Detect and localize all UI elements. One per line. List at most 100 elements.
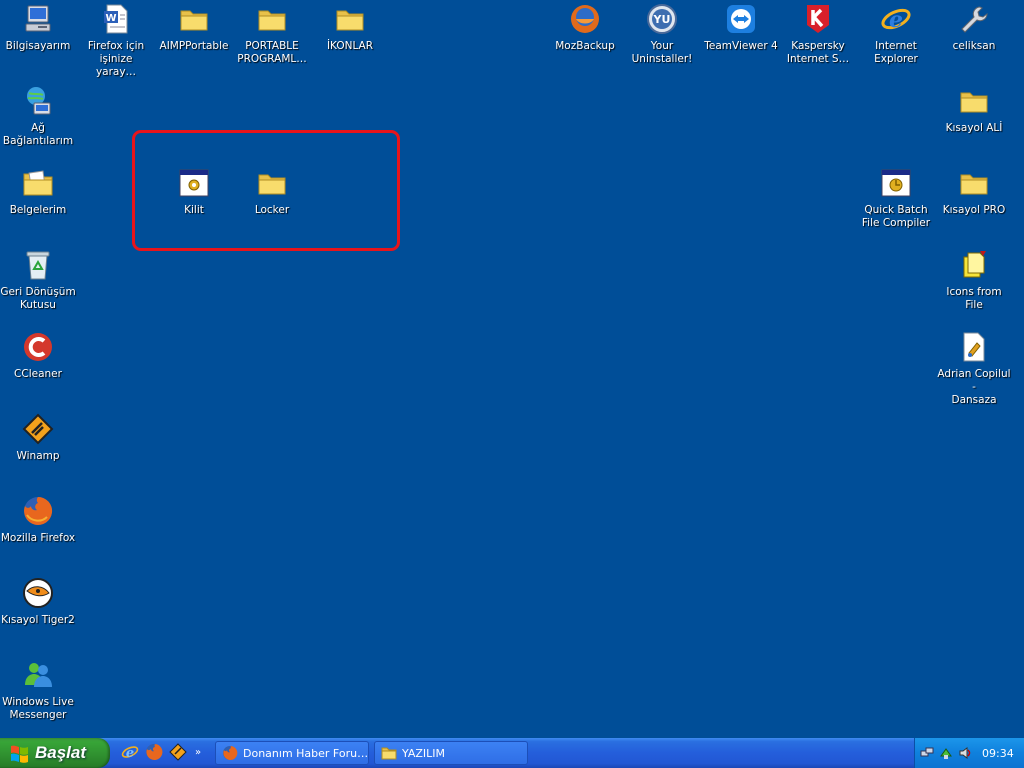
desktop-icon-winamp[interactable]: Winamp <box>0 412 76 463</box>
batch-compiler-icon <box>879 166 913 200</box>
winamp-icon[interactable] <box>169 743 187 761</box>
desktop-icon-locker[interactable]: Locker <box>234 166 310 217</box>
svg-text:YU: YU <box>653 13 671 26</box>
icon-label: İKONLAR <box>326 40 374 52</box>
icons-from-file-icon <box>957 248 991 282</box>
network-connections-icon <box>21 84 55 118</box>
icon-label: Geri Dönüşüm Kutusu <box>0 286 76 311</box>
icon-label: Windows Live Messenger <box>2 696 74 721</box>
desktop[interactable]: Bilgisayarım W Firefox için işinize yara… <box>0 0 1024 738</box>
desktop-icon-ag-baglantilarim[interactable]: Ağ Bağlantılarım <box>0 84 76 148</box>
svg-text:e: e <box>889 7 903 33</box>
folder-icon <box>333 2 367 36</box>
icon-label: celiksan <box>952 40 996 52</box>
start-label: Başlat <box>35 743 87 762</box>
recycle-bin-icon <box>21 248 55 282</box>
mozbackup-icon <box>568 2 602 36</box>
icon-label: Belgelerim <box>9 204 67 216</box>
task-title: YAZILIM <box>402 746 446 760</box>
folder-shortcut-icon <box>957 166 991 200</box>
folder-icon <box>255 2 289 36</box>
icon-label: Ağ Bağlantılarım <box>2 122 74 147</box>
desktop-icon-kaspersky[interactable]: Kaspersky Internet S… <box>780 2 856 66</box>
internet-explorer-icon[interactable]: e <box>121 743 139 761</box>
icon-label: PORTABLE PROGRAML… <box>237 40 307 65</box>
desktop-icon-mozbackup[interactable]: MozBackup <box>547 2 623 53</box>
folder-icon <box>177 2 211 36</box>
desktop-icon-teamviewer[interactable]: TeamViewer 4 <box>703 2 779 53</box>
windows-flag-icon <box>11 745 28 763</box>
desktop-icon-your-uninstaller[interactable]: YU Your Uninstaller! <box>624 2 700 66</box>
ccleaner-icon <box>21 330 55 364</box>
folder-icon <box>381 747 397 760</box>
word-document-icon: W <box>99 2 133 36</box>
network-icon[interactable] <box>920 746 934 760</box>
desktop-icon-internet-explorer[interactable]: e Internet Explorer <box>858 2 934 66</box>
desktop-icon-portable[interactable]: PORTABLE PROGRAML… <box>234 2 310 66</box>
media-file-icon <box>957 330 991 364</box>
task-title: Donanım Haber Foru… <box>243 746 368 760</box>
desktop-icon-ccleaner[interactable]: CCleaner <box>0 330 76 381</box>
desktop-icon-ikonlar[interactable]: İKONLAR <box>312 2 388 53</box>
icon-label: Kilit <box>184 204 204 216</box>
desktop-icon-adrian[interactable]: Adrian Copilul - Dansaza <box>936 330 1012 407</box>
icon-label: Adrian Copilul - Dansaza <box>937 368 1011 406</box>
desktop-icon-firefox-icin[interactable]: W Firefox için işinize yaray… <box>78 2 154 79</box>
teamviewer-icon <box>724 2 758 36</box>
desktop-icon-geri-donusum[interactable]: Geri Dönüşüm Kutusu <box>0 248 76 312</box>
icon-label: Locker <box>254 204 290 216</box>
taskbar: Başlat e » Donanım Haber Foru… YAZILIM 0… <box>0 738 1024 768</box>
desktop-icon-kisayol-tiger[interactable]: Kısayol Tiger2 <box>0 576 76 627</box>
desktop-icon-mozilla-firefox[interactable]: Mozilla Firefox <box>0 494 76 545</box>
desktop-icon-belgelerim[interactable]: Belgelerim <box>0 166 76 217</box>
icon-label: Bilgisayarım <box>5 40 71 52</box>
system-tray: 09:34 <box>914 738 1024 768</box>
taskbar-button-yazilim[interactable]: YAZILIM <box>374 741 528 765</box>
start-button[interactable]: Başlat <box>0 738 110 768</box>
icon-label: Mozilla Firefox <box>0 532 76 544</box>
winamp-icon <box>21 412 55 446</box>
icon-label: Icons from File <box>946 286 1002 311</box>
batch-file-icon <box>177 166 211 200</box>
desktop-icon-icons-from-file[interactable]: Icons from File <box>936 248 1012 312</box>
your-uninstaller-icon: YU <box>645 2 679 36</box>
icon-label: CCleaner <box>14 368 62 380</box>
icon-label: TeamViewer 4 <box>704 40 778 52</box>
desktop-icon-bilgisayarim[interactable]: Bilgisayarım <box>0 2 76 53</box>
desktop-icon-aimp[interactable]: AIMPPortable <box>156 2 232 53</box>
my-computer-icon <box>21 2 55 36</box>
my-documents-icon <box>21 166 55 200</box>
tiger-icon <box>21 576 55 610</box>
desktop-icon-quick-batch[interactable]: Quick Batch File Compiler <box>858 166 934 230</box>
icon-label: Internet Explorer <box>874 40 918 65</box>
icon-label: Kaspersky Internet S… <box>786 40 850 65</box>
icon-label: AIMPPortable <box>159 40 229 52</box>
svg-text:W: W <box>105 13 116 24</box>
quick-launch-more-button[interactable]: » <box>195 747 201 758</box>
internet-explorer-icon: e <box>879 2 913 36</box>
firefox-icon <box>223 745 238 760</box>
desktop-icon-kilit[interactable]: Kilit <box>156 166 232 217</box>
desktop-icon-kisayol-ali[interactable]: Kısayol ALİ <box>936 84 1012 135</box>
icon-label: Winamp <box>16 450 60 462</box>
icon-label: Your Uninstaller! <box>631 40 693 65</box>
icon-label: Kısayol Tiger2 <box>1 614 75 626</box>
folder-icon <box>255 166 289 200</box>
volume-icon[interactable] <box>958 746 972 760</box>
folder-shortcut-icon <box>957 84 991 118</box>
desktop-icon-kisayol-pro[interactable]: Kısayol PRO <box>936 166 1012 217</box>
clock[interactable]: 09:34 <box>982 747 1014 760</box>
desktop-icon-wlm[interactable]: Windows Live Messenger <box>0 658 76 722</box>
taskbar-button-firefox[interactable]: Donanım Haber Foru… <box>215 741 369 765</box>
desktop-icon-celiksan[interactable]: celiksan <box>936 2 1012 53</box>
icon-label: Kısayol ALİ <box>945 122 1003 134</box>
icon-label: Quick Batch File Compiler <box>861 204 931 229</box>
kaspersky-icon <box>801 2 835 36</box>
quick-launch: e » <box>121 743 201 761</box>
wrench-icon <box>957 2 991 36</box>
firefox-icon <box>21 494 55 528</box>
firefox-icon[interactable] <box>145 743 163 761</box>
icon-label: Firefox için işinize yaray… <box>87 40 145 78</box>
messenger-icon <box>21 658 55 692</box>
safely-remove-hardware-icon[interactable] <box>939 746 953 760</box>
